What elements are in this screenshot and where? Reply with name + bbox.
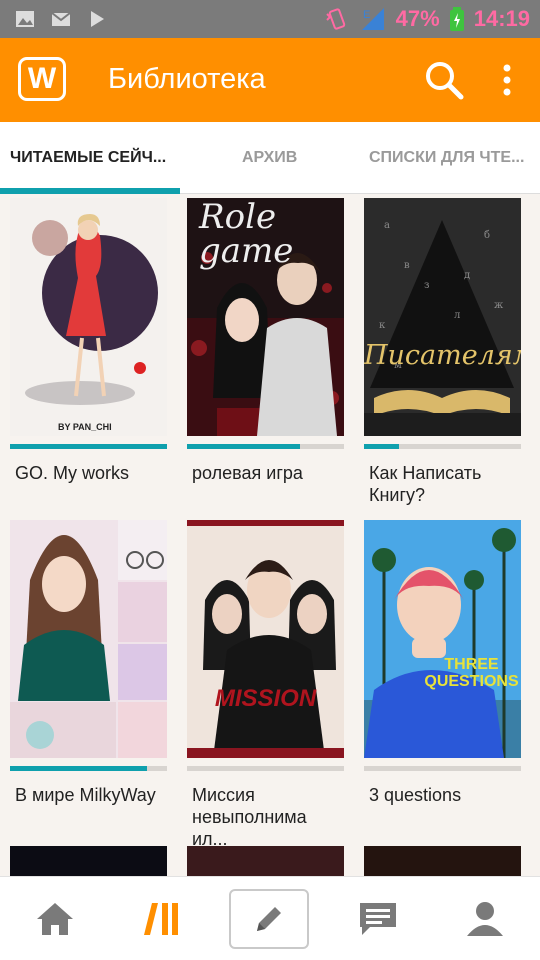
wattpad-logo-icon[interactable]: W: [18, 57, 66, 101]
battery-icon: [449, 7, 464, 31]
book-cover[interactable]: Role game: [187, 198, 344, 436]
svg-text:к: к: [379, 320, 386, 331]
book-cover[interactable]: [364, 846, 521, 876]
svg-text:д: д: [464, 270, 470, 281]
book-cover[interactable]: [10, 846, 167, 876]
reading-progress-bar: [10, 766, 167, 771]
search-icon[interactable]: [424, 60, 464, 100]
svg-text:б: б: [484, 230, 490, 241]
reading-progress-fill: [10, 444, 167, 449]
reading-progress-bar: [187, 766, 344, 771]
nav-messages[interactable]: [338, 889, 418, 949]
book-cover[interactable]: MISSION: [187, 520, 344, 758]
reading-progress-fill: [364, 444, 399, 449]
nav-profile[interactable]: [445, 889, 525, 949]
app-bar: W Библиотека: [0, 38, 540, 122]
cover-caption: THREE QUESTIONS: [424, 656, 519, 690]
reading-progress-bar: [187, 444, 344, 449]
svg-text:в: в: [404, 260, 410, 271]
book-title[interactable]: ролевая игра: [192, 462, 344, 484]
reading-progress-bar: [10, 444, 167, 449]
home-icon: [37, 903, 73, 935]
reading-progress-fill: [187, 444, 301, 449]
cover-caption: MISSION: [214, 685, 317, 712]
play-store-icon: [91, 11, 104, 27]
signal-icon: E: [361, 8, 384, 30]
logo-letter: W: [27, 62, 57, 95]
clock: 14:19: [473, 6, 530, 31]
tab-reading-lists[interactable]: СПИСКИ ДЛЯ ЧТЕ...: [369, 122, 540, 194]
page-title: Библиотека: [108, 63, 266, 95]
tab-bar: ЧИТАЕМЫЕ СЕЙЧ... АРХИВ СПИСКИ ДЛЯ ЧТЕ...: [0, 122, 540, 194]
book-title[interactable]: Миссия невыполнима ил...: [192, 784, 344, 850]
book-title[interactable]: В мире MilkyWay: [15, 784, 167, 806]
pencil-icon: [257, 907, 281, 931]
tab-reading-now[interactable]: ЧИТАЕМЫЕ СЕЙЧ...: [10, 122, 178, 194]
svg-text:ж: ж: [494, 300, 504, 311]
svg-text:л: л: [454, 310, 460, 321]
cover-caption: Role game: [199, 198, 294, 271]
vibrate-icon: [325, 8, 345, 30]
nav-write[interactable]: [229, 889, 309, 949]
reading-progress-fill: [10, 766, 147, 771]
tab-archive[interactable]: АРХИВ: [242, 122, 312, 194]
reading-progress-bar: [364, 766, 521, 771]
svg-text:E: E: [363, 9, 370, 21]
book-cover[interactable]: [187, 846, 344, 876]
more-vertical-icon[interactable]: [495, 62, 519, 98]
library-icon: [144, 903, 178, 935]
svg-text:а: а: [384, 220, 390, 231]
book-cover[interactable]: [10, 520, 167, 758]
book-cover[interactable]: абв жкз лдм Писателям: [364, 198, 521, 436]
library-grid: BY PAN_CHI GO. My works Role game ролева…: [0, 194, 540, 876]
reading-progress-bar: [364, 444, 521, 449]
book-cover[interactable]: THREE QUESTIONS: [364, 520, 521, 758]
book-title[interactable]: Как Написать Книгу?: [369, 462, 521, 506]
battery-percent: 47%: [395, 6, 440, 31]
profile-icon: [467, 902, 503, 936]
gallery-icon: [16, 11, 34, 27]
book-cover[interactable]: BY PAN_CHI: [10, 198, 167, 436]
cover-caption: Писателям: [364, 340, 521, 371]
nav-library[interactable]: [122, 889, 202, 949]
status-bar: E 47% 14:19: [0, 0, 540, 38]
book-title[interactable]: 3 questions: [369, 784, 521, 806]
cover-caption: BY PAN_CHI: [58, 422, 112, 432]
nav-home[interactable]: [15, 889, 95, 949]
svg-text:з: з: [424, 280, 429, 291]
book-title[interactable]: GO. My works: [15, 462, 167, 484]
mail-icon: [51, 12, 71, 26]
messages-icon: [360, 903, 396, 935]
bottom-navigation: [0, 876, 540, 960]
